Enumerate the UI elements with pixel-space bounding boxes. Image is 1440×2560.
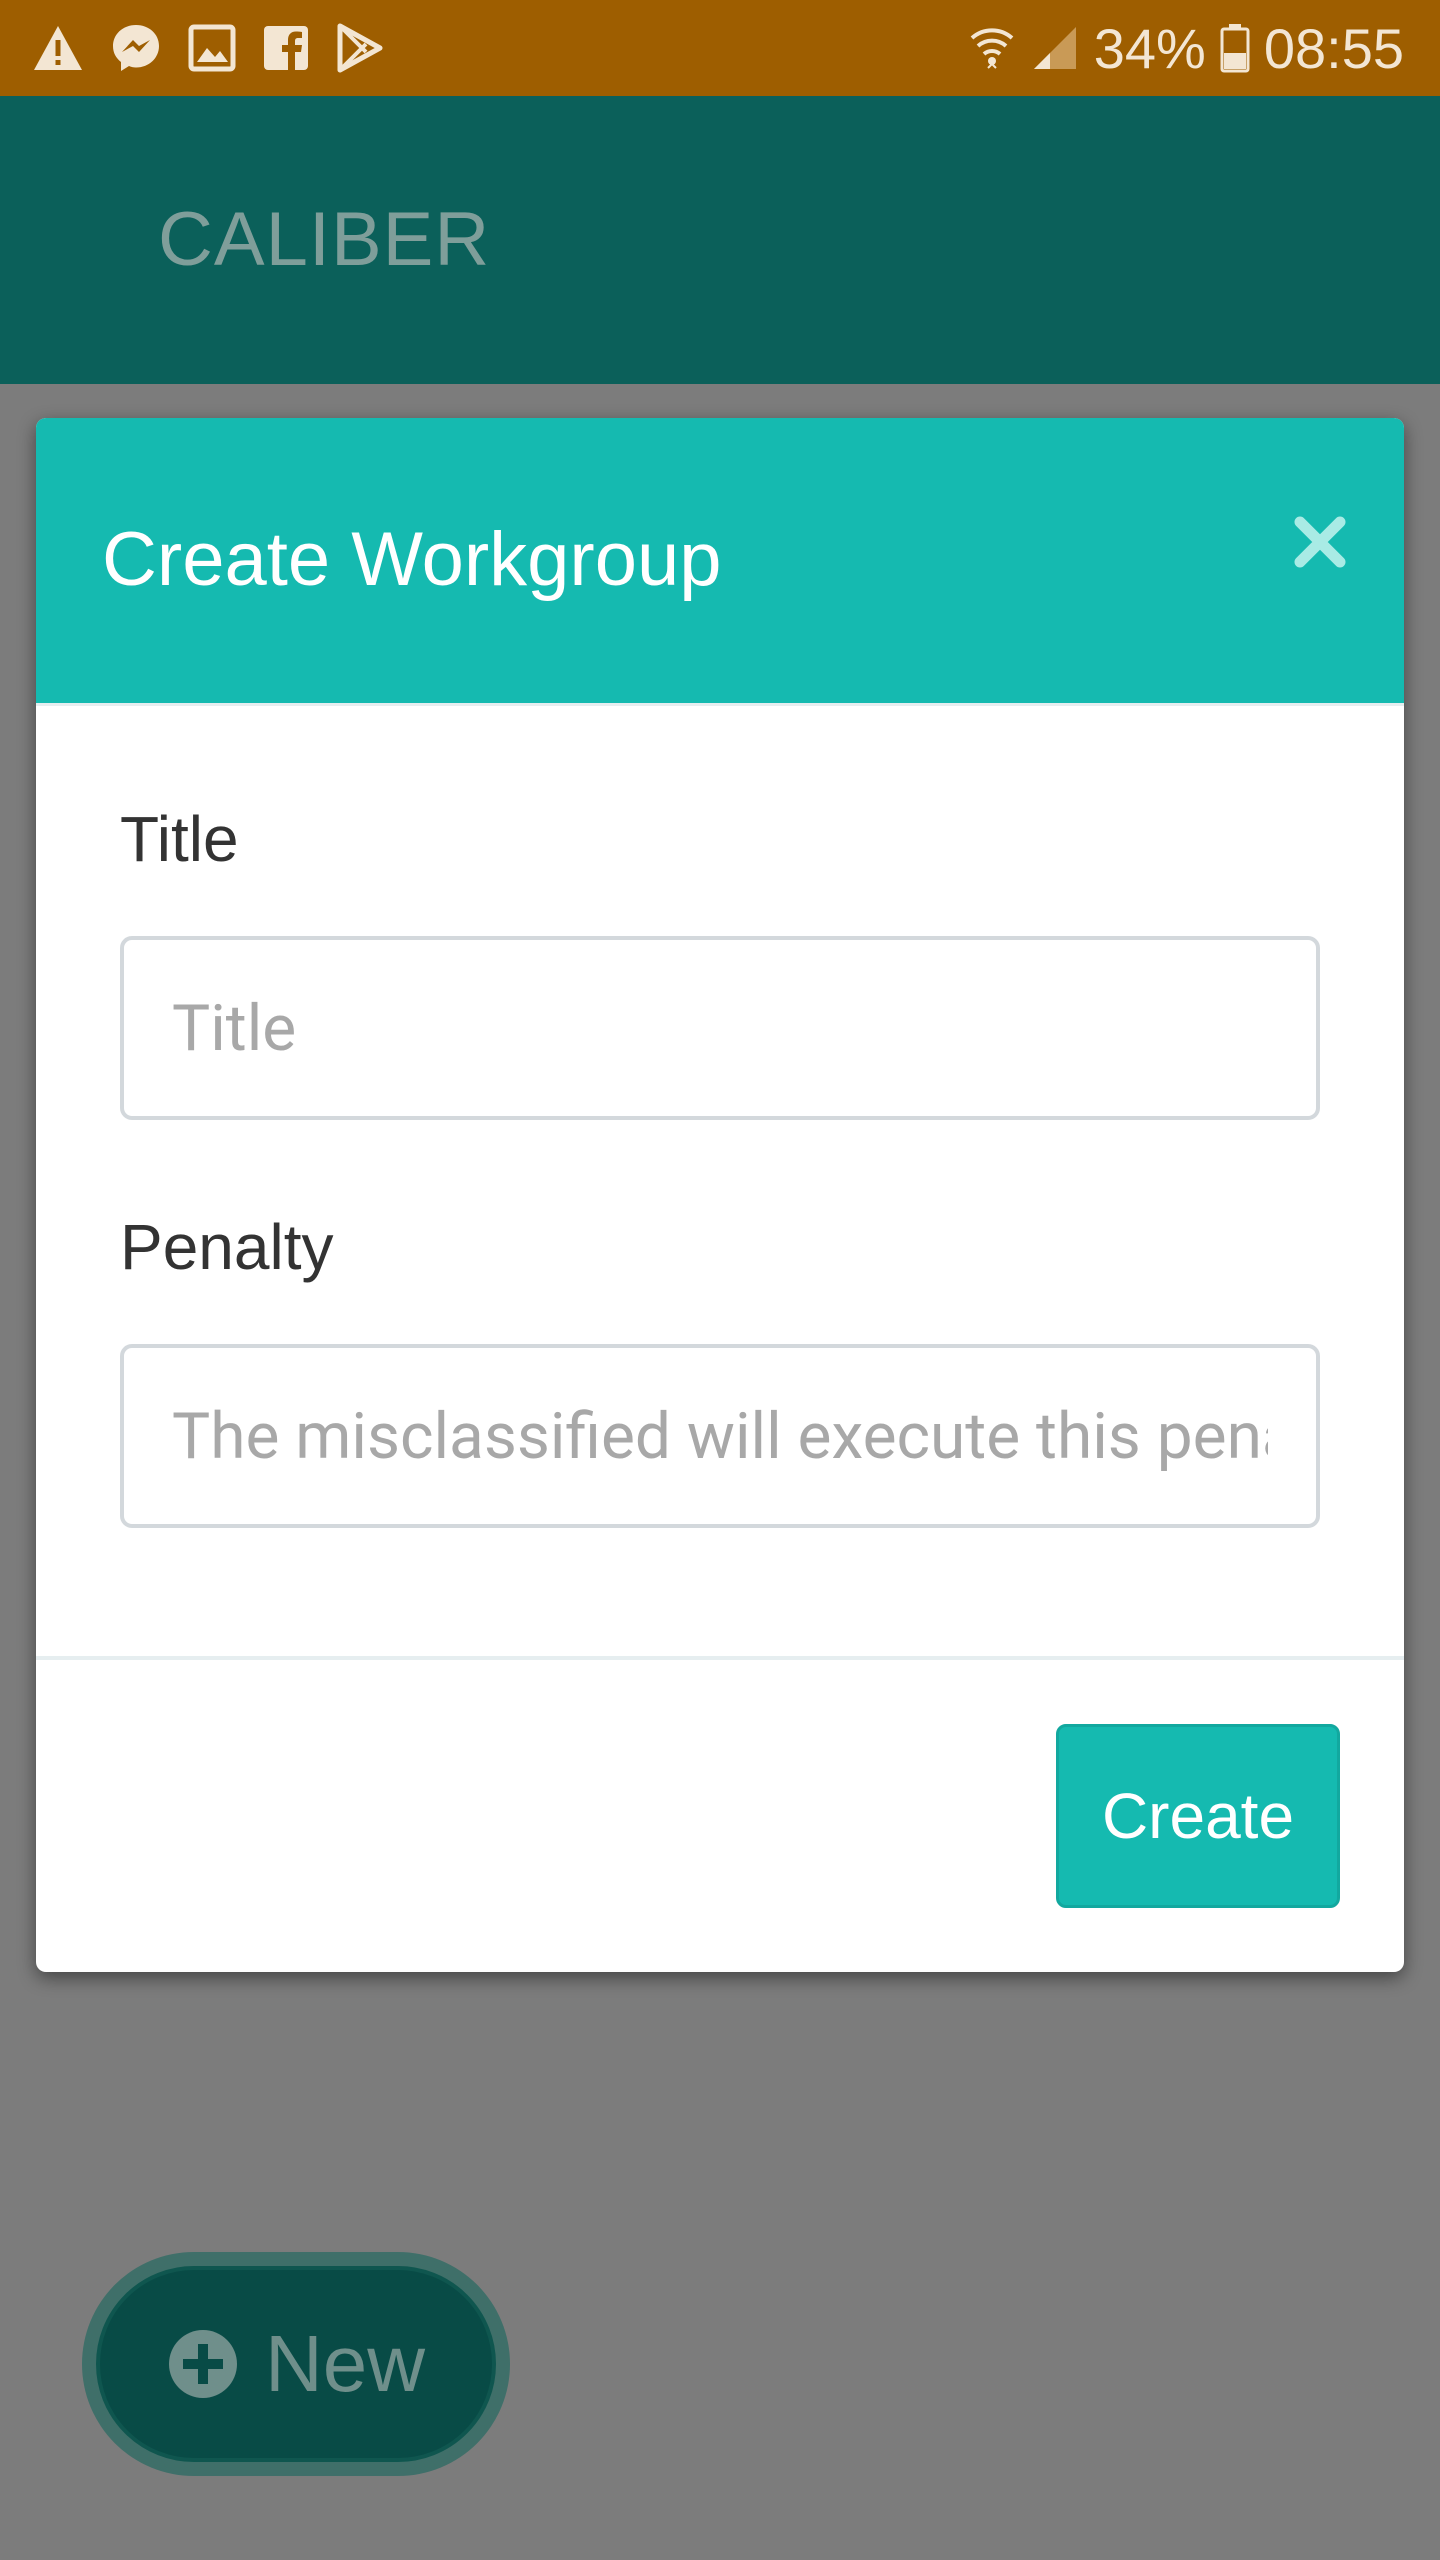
notification-icons [32, 22, 410, 74]
create-workgroup-dialog: Create Workgroup Title Penalty Create [36, 418, 1404, 1972]
facebook-icon [262, 24, 310, 72]
wifi-icon [968, 22, 1016, 74]
close-button[interactable] [1280, 502, 1360, 582]
new-button[interactable]: New [96, 2266, 496, 2462]
plus-circle-icon [167, 2328, 239, 2400]
new-button-label: New [264, 2319, 426, 2408]
signal-icon [1030, 23, 1080, 73]
dialog-footer-divider [36, 1656, 1404, 1660]
system-indicators: 34% 08:55 [954, 16, 1404, 81]
title-label: Title [120, 803, 239, 875]
battery-percent: 34% [1093, 16, 1206, 80]
messenger-icon [110, 22, 162, 74]
app-title: CALIBER [158, 197, 491, 282]
app-bar: CALIBER [0, 96, 1440, 384]
penalty-input[interactable] [120, 1344, 1320, 1528]
create-button[interactable]: Create [1056, 1724, 1340, 1908]
dialog-header: Create Workgroup [36, 418, 1404, 706]
battery-icon [1220, 23, 1250, 73]
play-store-icon [336, 23, 384, 73]
image-icon [188, 24, 236, 72]
clock: 08:55 [1263, 16, 1404, 80]
status-bar: 34% 08:55 [0, 0, 1440, 96]
penalty-label: Penalty [120, 1211, 334, 1283]
warning-icon [32, 24, 84, 72]
title-input[interactable] [120, 936, 1320, 1120]
dialog-title: Create Workgroup [102, 517, 722, 602]
close-icon [1294, 516, 1346, 568]
